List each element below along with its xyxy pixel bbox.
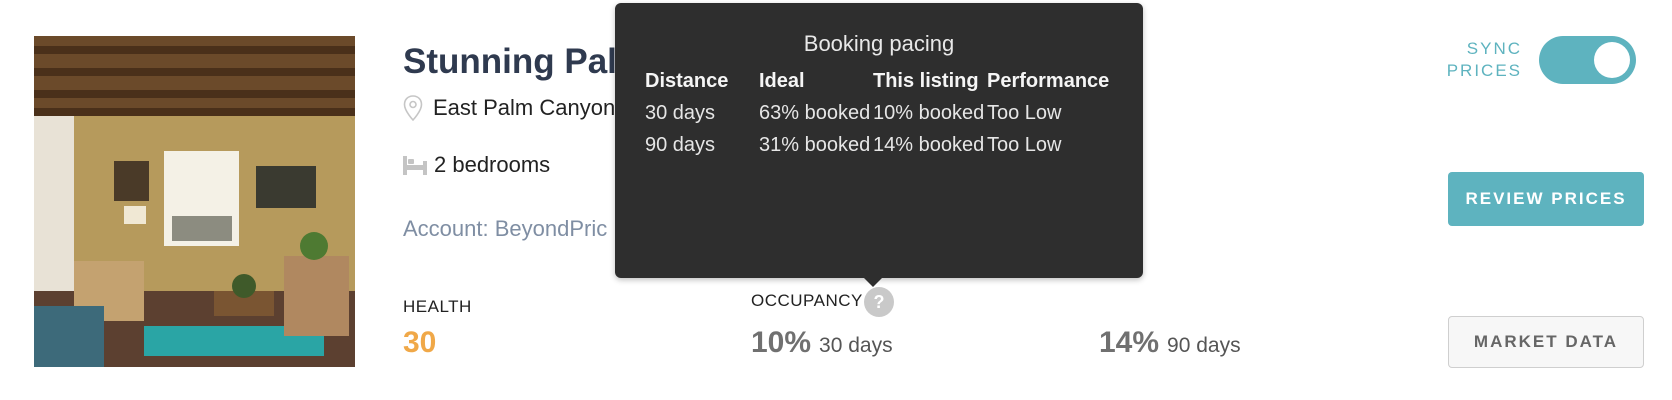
location-text: East Palm Canyon bbox=[433, 95, 616, 120]
health-score: 30 bbox=[403, 326, 437, 359]
health-label: HEALTH bbox=[403, 297, 472, 316]
map-pin-icon bbox=[403, 95, 423, 121]
occupancy-label: OCCUPANCY bbox=[751, 291, 863, 310]
cell-this-listing: 10% booked bbox=[873, 102, 985, 124]
bed-icon bbox=[403, 156, 427, 175]
sync-prices-label: SYNC PRICES bbox=[1446, 39, 1522, 80]
cell-distance: 90 days bbox=[645, 134, 716, 156]
occupancy-30-period: 30 days bbox=[819, 334, 893, 357]
table-header-row: Distance Ideal This listing Performance bbox=[645, 65, 1137, 97]
tooltip-title: Booking pacing bbox=[803, 31, 955, 56]
cell-ideal: 63% booked bbox=[759, 102, 871, 124]
table-row: 90 days 31% booked 14% booked Too Low bbox=[645, 129, 1137, 161]
cell-performance: Too Low bbox=[987, 102, 1062, 124]
question-icon[interactable]: ? bbox=[864, 287, 894, 317]
occupancy-90-value: 14% bbox=[1099, 326, 1160, 359]
bedrooms-text: 2 bedrooms bbox=[434, 152, 551, 177]
occupancy-90-days: 14% 90 days bbox=[1099, 326, 1241, 360]
market-data-button[interactable]: MARKET DATA bbox=[1448, 316, 1644, 368]
header-distance: Distance bbox=[645, 70, 729, 92]
cell-this-listing: 14% booked bbox=[873, 134, 985, 156]
listing-title[interactable]: Stunning Palm bbox=[403, 42, 648, 82]
occupancy-30-days: 10% 30 days bbox=[751, 326, 893, 360]
sync-prices-toggle[interactable] bbox=[1539, 36, 1636, 84]
account-label: Account: BeyondPric bbox=[403, 216, 608, 241]
table-row: 30 days 63% booked 10% booked Too Low bbox=[645, 97, 1137, 129]
header-performance: Performance bbox=[987, 70, 1110, 92]
living-room-image bbox=[34, 36, 355, 367]
occupancy-30-value: 10% bbox=[751, 326, 812, 359]
cell-distance: 30 days bbox=[645, 102, 716, 124]
listing-photo[interactable] bbox=[34, 36, 355, 367]
cell-ideal: 31% booked bbox=[759, 134, 871, 156]
cell-performance: Too Low bbox=[987, 134, 1062, 156]
review-prices-button[interactable]: REVIEW PRICES bbox=[1448, 172, 1644, 226]
toggle-knob bbox=[1594, 42, 1630, 78]
listing-bedrooms: 2 bedrooms bbox=[403, 152, 550, 178]
booking-pacing-tooltip: Booking pacing Distance Ideal This listi… bbox=[615, 3, 1143, 287]
listing-location: East Palm Canyon bbox=[403, 93, 615, 123]
occupancy-90-period: 90 days bbox=[1167, 334, 1241, 357]
header-ideal: Ideal bbox=[759, 70, 805, 92]
booking-pacing-table: Distance Ideal This listing Performance … bbox=[645, 65, 1137, 161]
header-this-listing: This listing bbox=[873, 70, 979, 92]
